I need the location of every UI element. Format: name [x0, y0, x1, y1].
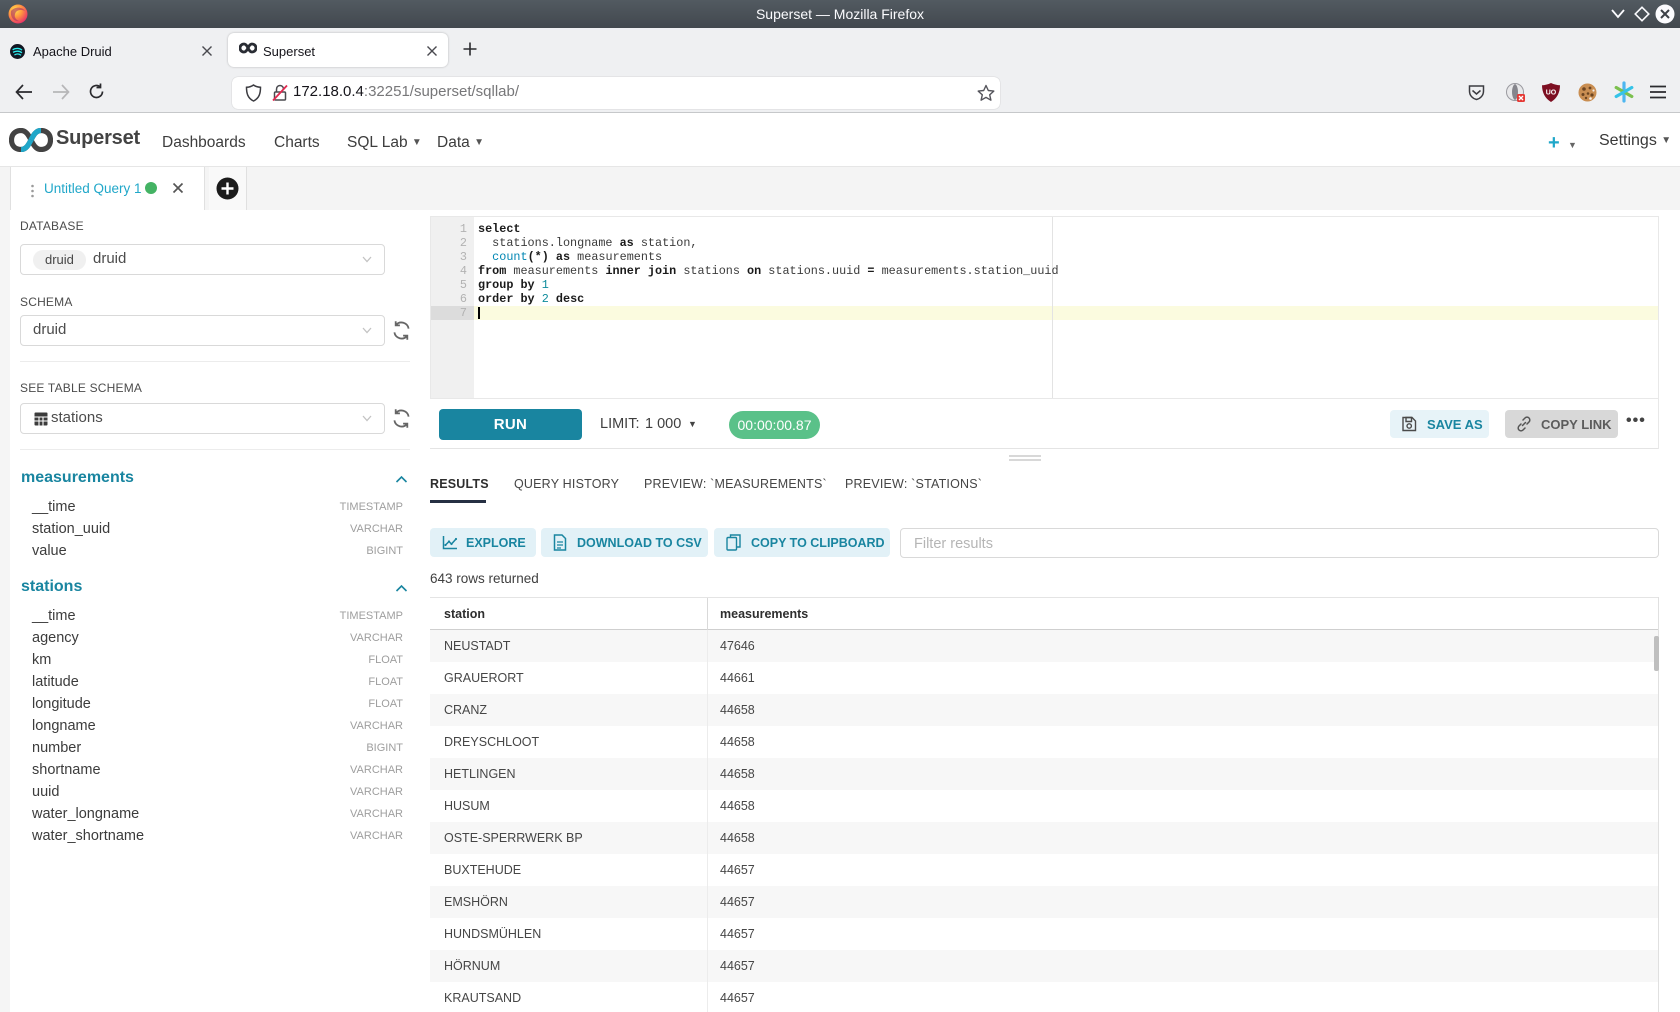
svg-text:UO: UO: [1546, 90, 1557, 97]
